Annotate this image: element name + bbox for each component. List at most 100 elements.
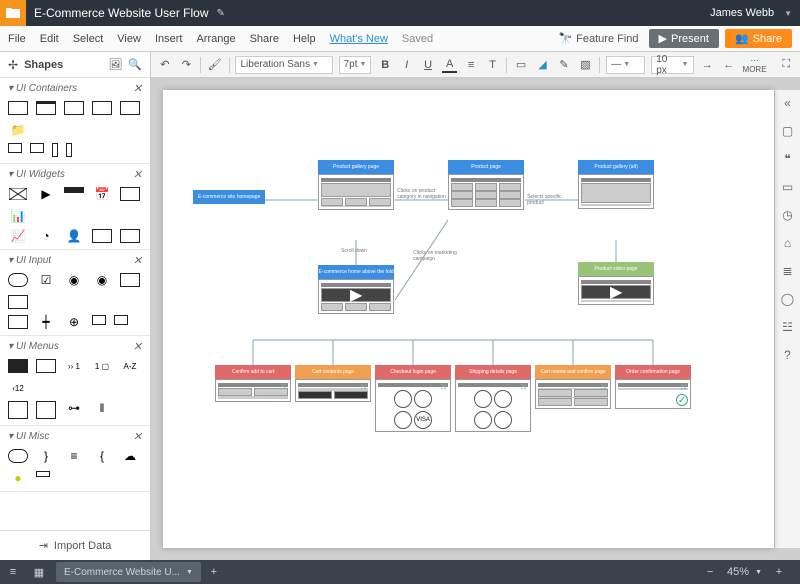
- arrow-left-button[interactable]: ←: [721, 57, 736, 73]
- shape-rect[interactable]: [92, 229, 112, 243]
- menu-insert[interactable]: Insert: [155, 33, 183, 45]
- shape-style-button[interactable]: ▭: [513, 57, 528, 73]
- image-icon[interactable]: 🖼: [108, 58, 122, 71]
- shape-brace[interactable]: }: [36, 449, 56, 463]
- shape-columns[interactable]: ‖: [92, 401, 112, 415]
- shape-dot[interactable]: ●: [8, 471, 28, 485]
- shape-slider-v[interactable]: ┿: [36, 315, 56, 329]
- section-label[interactable]: UI Widgets: [16, 169, 65, 180]
- menu-share[interactable]: Share: [250, 33, 279, 45]
- menu-arrange[interactable]: Arrange: [196, 33, 235, 45]
- shape-rect[interactable]: [120, 229, 140, 243]
- more-button[interactable]: ⋯MORE: [743, 56, 767, 74]
- shadow-button[interactable]: ▧: [578, 57, 593, 73]
- shape-input[interactable]: [8, 295, 28, 309]
- shape-pie[interactable]: ◔: [36, 229, 56, 243]
- import-data-button[interactable]: ⇥ Import Data: [0, 530, 150, 560]
- presentation-icon[interactable]: ▭: [782, 180, 793, 194]
- shape-rect[interactable]: [52, 143, 58, 157]
- actions-icon[interactable]: ☳: [782, 320, 793, 334]
- shape-folder[interactable]: 📁: [8, 123, 28, 137]
- flow-node[interactable]: Cart review and confirm page 🛒: [535, 365, 611, 409]
- font-size-select[interactable]: 7pt▼: [339, 56, 372, 74]
- align-button[interactable]: ≡: [463, 57, 478, 73]
- arrow-right-button[interactable]: →: [700, 57, 715, 73]
- flow-node[interactable]: Product gallery (alt): [578, 160, 654, 209]
- zoom-value[interactable]: 45%: [727, 566, 749, 578]
- border-color-button[interactable]: ✎: [556, 57, 571, 73]
- menu-file[interactable]: File: [8, 33, 26, 45]
- shape-rect[interactable]: [66, 143, 72, 157]
- line-width-select[interactable]: 10 px▼: [651, 56, 693, 74]
- shape-progress[interactable]: [64, 187, 84, 193]
- shape-rect[interactable]: [114, 315, 128, 325]
- shapes-toggle-icon[interactable]: ✢: [8, 58, 18, 72]
- comment-icon[interactable]: ❝: [784, 152, 790, 166]
- fill-color-button[interactable]: ◢: [535, 57, 550, 73]
- text-color-button[interactable]: A: [442, 57, 457, 73]
- flow-node[interactable]: Shipping details page 🛒: [455, 365, 531, 432]
- menu-edit[interactable]: Edit: [40, 33, 59, 45]
- shape-cloud[interactable]: ☁: [120, 449, 140, 463]
- section-label[interactable]: UI Containers: [16, 83, 77, 94]
- shape-list[interactable]: [8, 401, 28, 419]
- folder-icon[interactable]: [0, 0, 26, 26]
- shape-image-x[interactable]: [8, 187, 28, 201]
- outline-icon[interactable]: ≡: [0, 560, 26, 584]
- flow-node[interactable]: Product page: [448, 160, 524, 210]
- shape-input[interactable]: [120, 273, 140, 287]
- shape-brace-open[interactable]: {: [92, 449, 112, 463]
- shape-switch[interactable]: [8, 449, 28, 463]
- user-menu[interactable]: James Webb: [710, 7, 774, 19]
- data-icon[interactable]: ⌂: [784, 236, 791, 250]
- menu-view[interactable]: View: [117, 33, 141, 45]
- layers-icon[interactable]: ≣: [782, 264, 792, 278]
- shape-chart[interactable]: 📊: [8, 209, 28, 223]
- shape-toggle[interactable]: ⊶: [64, 401, 84, 415]
- menu-whats-new[interactable]: What's New: [330, 33, 388, 45]
- shape-rect[interactable]: [30, 143, 44, 153]
- close-icon[interactable]: ✕: [133, 168, 142, 181]
- canvas[interactable]: E-commerce site homepage Product gallery…: [163, 90, 774, 548]
- shape-step[interactable]: 1 ▢: [92, 359, 112, 373]
- shape-select[interactable]: [8, 315, 28, 329]
- underline-button[interactable]: U: [420, 57, 435, 73]
- shape-rect[interactable]: [92, 315, 106, 325]
- document-icon[interactable]: ▢: [782, 124, 793, 138]
- shape-rect[interactable]: [36, 471, 50, 477]
- section-label[interactable]: UI Menus: [16, 341, 59, 352]
- font-select[interactable]: Liberation Sans▼: [235, 56, 332, 74]
- shape-radio[interactable]: ◉: [92, 273, 112, 287]
- flow-node[interactable]: Order confirmation page 🛒✓: [615, 365, 691, 409]
- shape-slider-h[interactable]: ⊕: [64, 315, 84, 329]
- shape-line-chart[interactable]: 📈: [8, 229, 28, 243]
- shape-lines[interactable]: ≡: [64, 449, 84, 463]
- shape-user[interactable]: 👤: [64, 229, 84, 243]
- help-icon[interactable]: ?: [784, 348, 791, 362]
- shape-rect[interactable]: [36, 101, 56, 115]
- chevron-down-icon[interactable]: ▼: [784, 9, 792, 18]
- chat-icon[interactable]: ◯: [781, 292, 794, 306]
- share-button[interactable]: 👥Share: [725, 29, 792, 48]
- close-icon[interactable]: ✕: [133, 254, 142, 267]
- text-overflow-button[interactable]: T: [485, 57, 500, 73]
- flow-node[interactable]: E-commerce home above the fold ▶: [318, 265, 394, 314]
- section-label[interactable]: UI Input: [16, 255, 51, 266]
- bold-button[interactable]: B: [377, 57, 392, 73]
- shape-rect[interactable]: [120, 101, 140, 115]
- section-label[interactable]: UI Misc: [16, 431, 49, 442]
- add-page-button[interactable]: +: [201, 560, 227, 584]
- close-icon[interactable]: ✕: [133, 82, 142, 95]
- flow-node[interactable]: E-commerce site homepage: [193, 190, 265, 204]
- undo-button[interactable]: ↶: [157, 57, 172, 73]
- close-icon[interactable]: ✕: [133, 430, 142, 443]
- flow-node[interactable]: Product gallery page: [318, 160, 394, 210]
- flow-node[interactable]: Product video page ▶: [578, 262, 654, 305]
- shape-rect[interactable]: [8, 143, 22, 153]
- history-icon[interactable]: ◷: [782, 208, 792, 222]
- fullscreen-button[interactable]: ⛶: [779, 57, 794, 73]
- shape-az[interactable]: A-Z: [120, 359, 140, 373]
- shape-rect[interactable]: [92, 101, 112, 115]
- shape-pagenum[interactable]: ‹12: [8, 381, 28, 395]
- feature-find[interactable]: 🔭 Feature Find: [558, 32, 638, 45]
